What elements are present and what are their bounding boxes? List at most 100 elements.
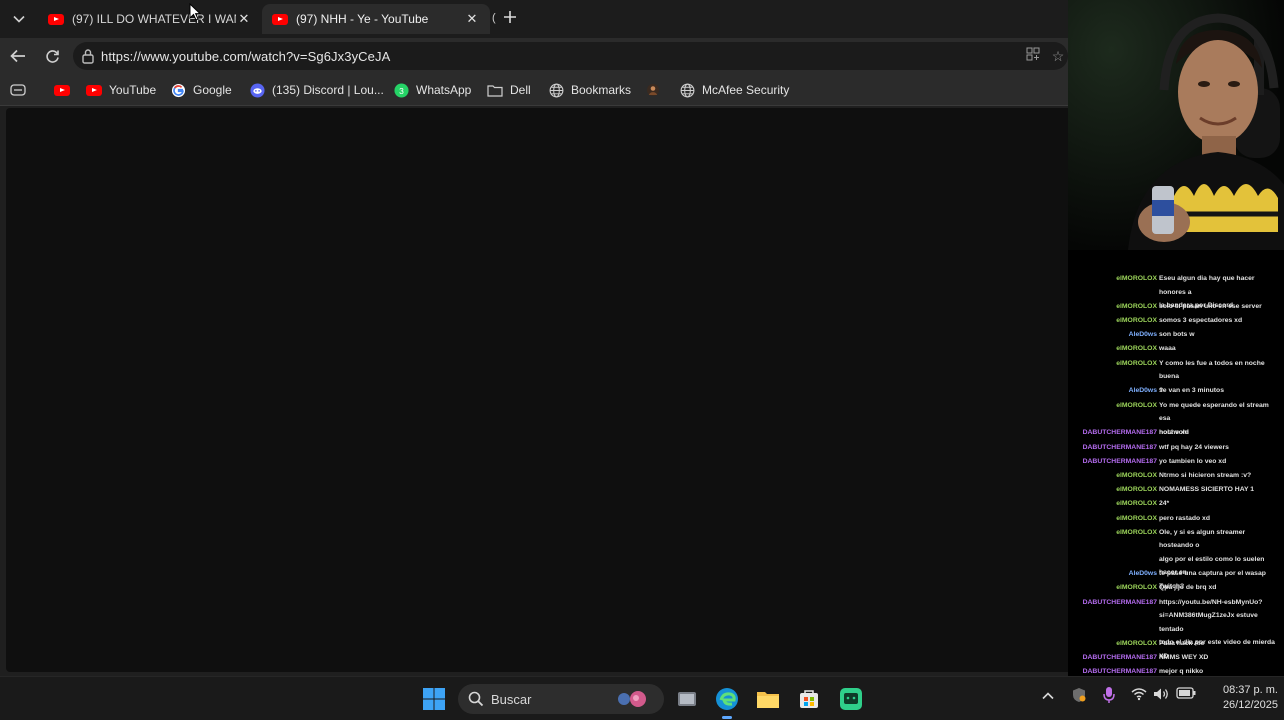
chat-username[interactable]: AleD0ws <box>1129 328 1157 342</box>
favorite-star-icon[interactable]: ☆ <box>1049 47 1067 65</box>
clock-date: 26/12/2025 <box>1222 699 1278 711</box>
chat-message: elMOROLOX NOMAMESS SICIERTO HAY 1 <box>1068 483 1284 497</box>
address-bar[interactable]: https://www.youtube.com/watch?v=Sg6Jx3yC… <box>73 42 1068 70</box>
chat-message: DABUTCHERMANE187 NMMS WEY XD <box>1068 651 1284 665</box>
battery-icon <box>1176 687 1196 699</box>
bookmark-mcafee[interactable]: McAfee Security <box>679 81 789 99</box>
chat-message-line: Qpa jijo de brq xd <box>1159 584 1217 592</box>
taskbar-search[interactable]: Buscar <box>458 684 664 714</box>
chat-username[interactable]: DABUTCHERMANE187 <box>1083 455 1157 469</box>
chat-message-line: Eseu algun dia hay que hacer honores a <box>1159 275 1255 296</box>
wifi-icon <box>1131 688 1147 701</box>
chat-username[interactable]: elMOROLOX <box>1116 497 1157 511</box>
site-info-icon[interactable] <box>81 48 95 64</box>
chat-username[interactable]: elMOROLOX <box>1116 512 1157 526</box>
folder-icon <box>757 692 779 708</box>
chat-username[interactable]: elMOROLOX <box>1116 342 1157 356</box>
chat-message: elMOROLOX solo si pasan uno en ese server <box>1068 300 1284 314</box>
new-tab-button[interactable] <box>499 7 521 29</box>
bookmark-label: Google <box>193 83 232 97</box>
chat-message: elMOROLOX Y como les fue a todos en noche… <box>1068 357 1284 394</box>
tab-ill-do-whatever[interactable]: (97) ILL DO WHATEVER I WANT W ✕ <box>38 4 262 34</box>
back-button[interactable] <box>6 44 30 68</box>
chat-username[interactable]: elMOROLOX <box>1116 526 1157 540</box>
chat-username[interactable]: elMOROLOX <box>1116 314 1157 328</box>
mouse-cursor-icon <box>189 3 201 21</box>
microphone-icon <box>1103 687 1115 703</box>
chat-username[interactable]: elMOROLOX <box>1116 581 1157 595</box>
chat-message-line: se van en 3 minutos <box>1159 387 1224 395</box>
bookmark-whatsapp[interactable]: 3 WhatsApp <box>393 81 471 99</box>
chat-message: elMOROLOX Ntrmo si hicieron stream :v? <box>1068 469 1284 483</box>
chat-message-line: te pasé una captura por el wasap <box>1159 570 1266 578</box>
chat-username[interactable]: AleD0ws <box>1129 384 1157 398</box>
chat-message-line: waaa <box>1159 345 1176 353</box>
taskbar-app-green[interactable] <box>838 686 864 712</box>
tray-battery[interactable] <box>1176 687 1196 702</box>
chat-message-line: wtf pq hay 24 viewers <box>1159 443 1229 451</box>
tab-title: (97) NHH - Ye - YouTube <box>296 12 429 26</box>
search-highlight-icon <box>618 691 646 707</box>
bookmark-google[interactable]: Google <box>170 81 232 99</box>
bookmark-label: Dell <box>510 83 531 97</box>
bookmark-youtube[interactable]: YouTube <box>86 81 156 99</box>
start-button[interactable] <box>421 686 447 712</box>
close-icon[interactable]: ✕ <box>464 11 480 27</box>
chat-username[interactable]: DABUTCHERMANE187 <box>1083 441 1157 455</box>
bookmark-bookmarks[interactable]: Bookmarks <box>548 81 631 99</box>
chat-username[interactable]: elMOROLOX <box>1116 399 1157 413</box>
bookmark-dell-folder[interactable]: Dell <box>487 81 531 99</box>
chat-message-line: 24* <box>1159 500 1170 508</box>
active-app-indicator <box>722 716 732 719</box>
chat-message-text: pero rastado xd <box>1159 512 1281 526</box>
whatsapp-badge-count: 3 <box>399 85 404 95</box>
chat-username[interactable]: DABUTCHERMANE187 <box>1083 665 1157 676</box>
chat-username[interactable]: elMOROLOX <box>1116 637 1157 651</box>
chat-message-line: Yo me quede esperando el stream esa <box>1159 401 1269 423</box>
chat-username[interactable]: AleD0ws <box>1129 567 1157 581</box>
app-available-icon[interactable] <box>1024 47 1042 65</box>
taskbar-store[interactable] <box>796 686 822 712</box>
bookmark-label: YouTube <box>109 83 157 97</box>
chat-message: elMOROLOX Yo me quede esperando el stream… <box>1068 399 1284 436</box>
chat-message-text: Qpa jijo de brq xd <box>1159 581 1281 595</box>
chat-username[interactable]: elMOROLOX <box>1116 483 1157 497</box>
tray-microphone[interactable] <box>1102 686 1116 707</box>
chat-message: elMOROLOX 24* <box>1068 497 1284 511</box>
chat-username[interactable]: elMOROLOX <box>1116 357 1157 371</box>
chat-username[interactable]: DABUTCHERMANE187 <box>1083 596 1157 610</box>
page-content-area[interactable] <box>6 108 1068 672</box>
chat-username[interactable]: elMOROLOX <box>1116 469 1157 483</box>
taskbar-edge[interactable] <box>714 686 740 712</box>
chevron-up-icon <box>1042 692 1054 700</box>
tab-title: (97) ILL DO WHATEVER I WANT W <box>72 12 236 26</box>
bookmark-label: Bookmarks <box>571 83 632 97</box>
bookmark-avatar-site[interactable] <box>645 81 668 99</box>
chat-message-text: te pasé una captura por el wasap <box>1159 567 1281 581</box>
chat-message-text: mejor q nikko <box>1159 665 1281 676</box>
taskbar-clock[interactable]: 08:37 p. m. 26/12/2025 <box>1223 683 1278 713</box>
tab-list-button[interactable] <box>6 6 32 32</box>
url-text[interactable]: https://www.youtube.com/watch?v=Sg6Jx3yC… <box>101 49 390 64</box>
bookmark-discord[interactable]: (135) Discord | Lou... <box>249 81 384 99</box>
tab-overflow-sliver[interactable]: ( <box>492 12 496 24</box>
globe-icon <box>548 82 564 98</box>
tray-antivirus[interactable] <box>1071 687 1087 706</box>
chat-username[interactable]: DABUTCHERMANE187 <box>1083 426 1157 440</box>
reload-button[interactable] <box>40 44 64 68</box>
chat-message-line: Pasa hack Ale <box>1159 640 1205 647</box>
close-icon[interactable]: ✕ <box>236 11 252 27</box>
chat-message-line: solo si pasan uno en ese server <box>1159 302 1262 310</box>
chat-username[interactable]: elMOROLOX <box>1116 272 1157 286</box>
chat-username[interactable]: DABUTCHERMANE187 <box>1083 651 1157 665</box>
collections-button[interactable] <box>10 81 33 99</box>
tray-volume[interactable] <box>1153 687 1171 704</box>
show-hidden-icons-button[interactable] <box>1042 689 1054 703</box>
task-view-button[interactable] <box>674 686 700 712</box>
chat-username[interactable]: elMOROLOX <box>1116 300 1157 314</box>
taskbar-file-explorer[interactable] <box>755 686 781 712</box>
bookmark-youtube-icon-only[interactable] <box>54 81 77 99</box>
speaker-icon <box>1154 688 1168 700</box>
tray-wifi[interactable] <box>1131 687 1147 704</box>
tab-nhh-ye[interactable]: (97) NHH - Ye - YouTube ✕ <box>262 4 490 34</box>
